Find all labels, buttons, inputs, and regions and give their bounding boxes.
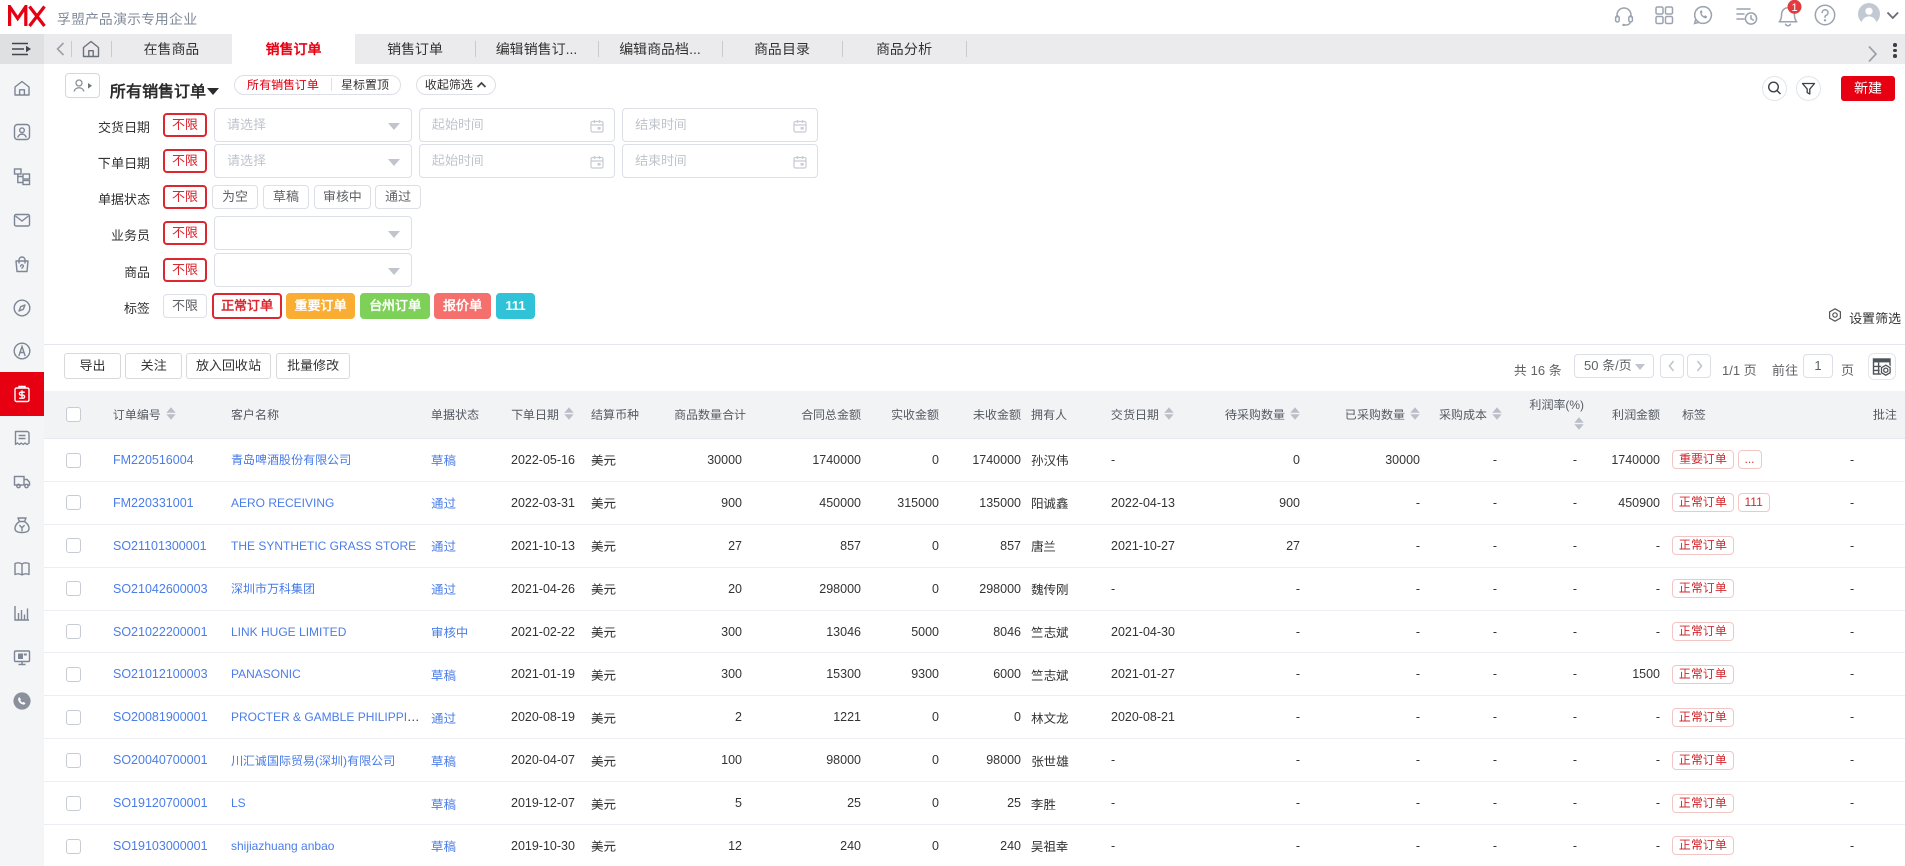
svg-text:1: 1 <box>1791 2 1797 14</box>
